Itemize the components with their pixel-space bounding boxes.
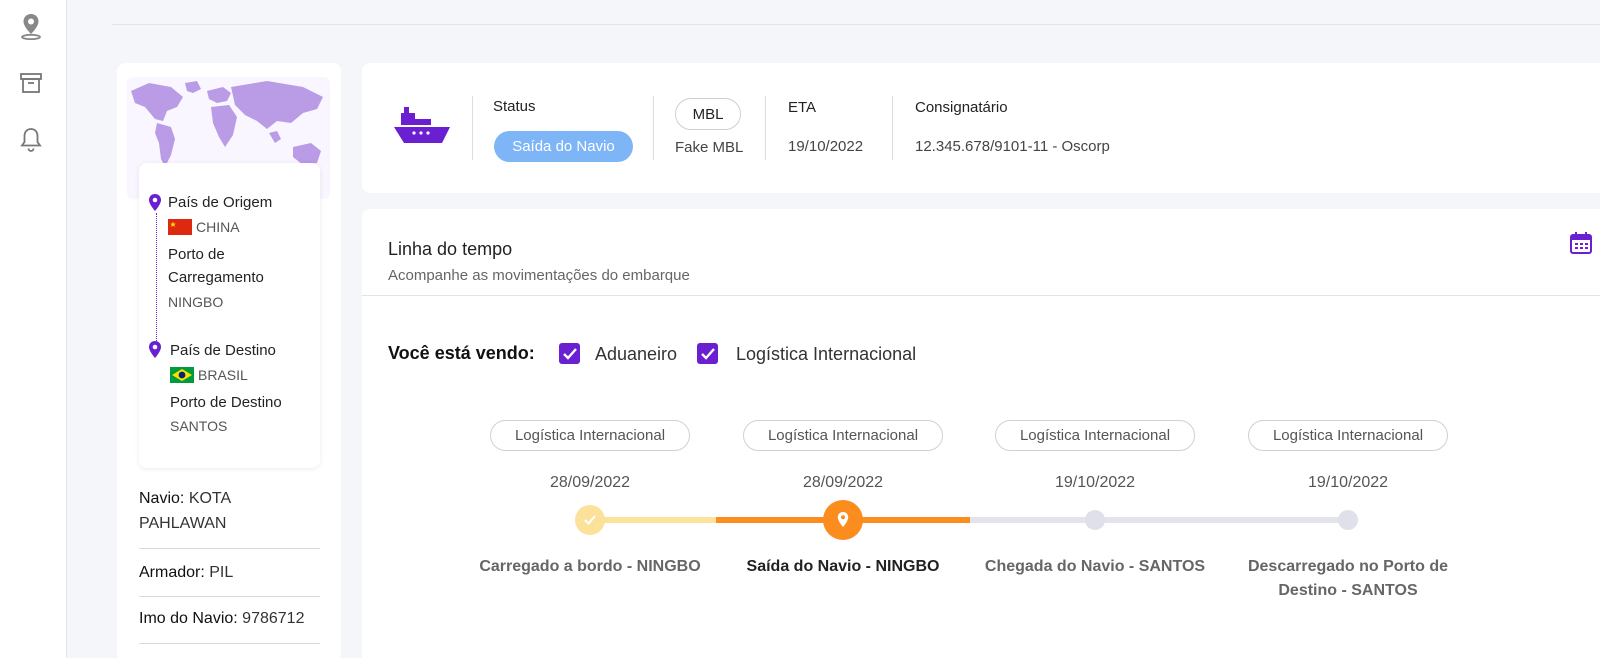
origin-country-label: País de Origem (168, 194, 273, 211)
step-name: Chegada do Navio - SANTOS (984, 558, 1206, 575)
step-date: 28/09/2022 (802, 474, 884, 491)
header-divider (653, 96, 654, 160)
origin-country: CHINA (196, 219, 240, 235)
destination-pin-icon (148, 341, 162, 359)
step-name: Carregado a bordo - NINGBO (479, 558, 701, 575)
location-pin-icon[interactable] (18, 11, 44, 41)
step-name: Saída do Navio - NINGBO (746, 558, 940, 575)
eta-label: ETA (788, 99, 817, 116)
ship-icon (392, 105, 452, 150)
imo-info: Imo do Navio: 9786712 (139, 606, 320, 631)
dest-country: BRASIL (198, 367, 248, 383)
route-connector (156, 213, 157, 353)
ship-label: Navio: (139, 490, 185, 507)
step-category-badge: Logística Internacional (1248, 420, 1448, 451)
imo-label: Imo do Navio: (139, 610, 238, 627)
aduaneiro-checkbox[interactable] (559, 343, 580, 364)
archive-icon[interactable] (18, 68, 44, 98)
track-segment-done (590, 517, 716, 523)
status-badge: Saída do Navio (494, 131, 633, 162)
shipment-route-card: País de Origem CHINA Porto de Carregamen… (117, 63, 341, 658)
logistica-checkbox[interactable] (697, 343, 718, 364)
mbl-value: Fake MBL (675, 139, 744, 156)
route-details: País de Origem CHINA Porto de Carregamen… (139, 163, 320, 468)
step-name: Descarregado no Porto de Destino - SANTO… (1247, 558, 1449, 599)
header-divider (472, 96, 473, 160)
step-category-badge: Logística Internacional (490, 420, 690, 451)
step-category-badge: Logística Internacional (743, 420, 943, 451)
owner-value: PIL (209, 564, 234, 581)
logistica-label[interactable]: Logística Internacional (736, 344, 916, 365)
brazil-flag-icon (170, 367, 194, 383)
consignee-value: 12.345.678/9101-11 - Oscorp (915, 138, 1110, 155)
status-label: Status (493, 98, 536, 115)
load-port: NINGBO (168, 294, 224, 310)
track-segment-pending (970, 517, 1340, 523)
step-pending-dot[interactable] (1338, 510, 1358, 530)
header-divider (892, 96, 893, 160)
timeline-subtitle: Acompanhe as movimentações do embarque (388, 267, 690, 284)
info-divider (139, 596, 320, 597)
timeline-divider (362, 295, 1600, 296)
step-date: 19/10/2022 (1054, 474, 1136, 491)
timeline-card: Linha do tempo Acompanhe as movimentaçõe… (362, 209, 1600, 658)
shipment-header-card: Status Saída do Navio MBL Fake MBL ETA 1… (362, 63, 1600, 193)
left-rail (0, 0, 67, 658)
top-divider (112, 24, 1600, 25)
load-port-label: Porto de Carregamento (168, 246, 264, 286)
china-flag-icon (168, 219, 192, 235)
step-pending-dot[interactable] (1085, 510, 1105, 530)
info-divider (139, 643, 320, 644)
owner-label: Armador: (139, 564, 205, 581)
consignee-label: Consignatário (915, 99, 1008, 116)
dest-port: SANTOS (170, 418, 228, 434)
aduaneiro-label[interactable]: Aduaneiro (595, 344, 677, 365)
dest-country-label: País de Destino (170, 342, 276, 359)
step-date: 28/09/2022 (549, 474, 631, 491)
step-category-badge: Logística Internacional (995, 420, 1195, 451)
step-current-pin-icon[interactable] (823, 500, 863, 540)
dest-port-label: Porto de Destino (170, 394, 282, 411)
owner-info: Armador: PIL (139, 560, 320, 585)
header-divider (765, 96, 766, 160)
step-done-check-icon[interactable] (575, 505, 605, 535)
calendar-icon[interactable] (1569, 231, 1593, 255)
imo-value: 9786712 (242, 610, 305, 627)
info-divider (139, 548, 320, 549)
ship-info: Navio: KOTA PAHLAWAN (139, 486, 320, 536)
mbl-badge: MBL (675, 98, 741, 130)
bell-icon[interactable] (18, 125, 44, 155)
origin-pin-icon (148, 194, 162, 212)
step-date: 19/10/2022 (1307, 474, 1389, 491)
eta-value: 19/10/2022 (788, 138, 864, 155)
viewing-label: Você está vendo: (388, 343, 535, 363)
timeline-title: Linha do tempo (388, 239, 513, 259)
